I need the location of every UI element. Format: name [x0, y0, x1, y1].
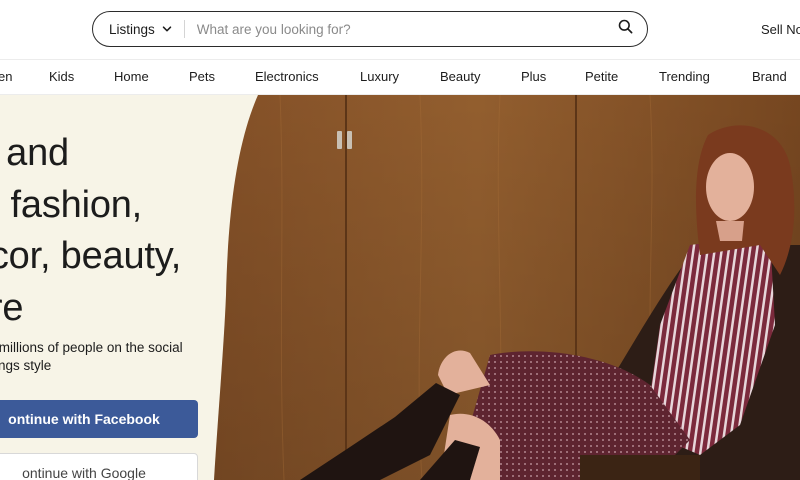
- search-icon: [618, 19, 633, 39]
- category-link-petite[interactable]: Petite: [585, 69, 618, 84]
- hero-headline-line: decor, beauty,: [0, 235, 182, 277]
- listings-dropdown[interactable]: Listings: [93, 12, 184, 46]
- search-input[interactable]: [184, 12, 603, 46]
- chevron-down-icon: [162, 24, 172, 34]
- category-link-trending[interactable]: Trending: [659, 69, 710, 84]
- hero-subtext-line: join millions of people on the social: [0, 340, 183, 355]
- search-bar: Listings: [92, 11, 648, 47]
- category-link-kids[interactable]: Kids: [49, 69, 74, 84]
- hero-subtext-line: ll things style: [0, 358, 52, 373]
- hero-headline: ell, and ver fashion, decor, beauty, nor…: [0, 128, 308, 334]
- category-link-home[interactable]: Home: [114, 69, 149, 84]
- site-header: Listings Sell No: [0, 0, 800, 59]
- hero-banner: ell, and ver fashion, decor, beauty, nor…: [0, 95, 800, 480]
- category-link-electronics[interactable]: Electronics: [255, 69, 319, 84]
- continue-with-google-button[interactable]: ontinue with Google: [0, 453, 198, 480]
- category-link-beauty[interactable]: Beauty: [440, 69, 480, 84]
- hero-headline-line: ell, and: [0, 132, 69, 174]
- hero-subtext: join millions of people on the social ll…: [0, 339, 234, 375]
- category-link-luxury[interactable]: Luxury: [360, 69, 399, 84]
- search-button[interactable]: [603, 12, 647, 46]
- category-link-brand[interactable]: Brand: [752, 69, 787, 84]
- listings-dropdown-label: Listings: [109, 21, 155, 37]
- continue-with-facebook-button[interactable]: ontinue with Facebook: [0, 400, 198, 438]
- category-link-plus[interactable]: Plus: [521, 69, 546, 84]
- category-link-pets[interactable]: Pets: [189, 69, 215, 84]
- hero-headline-line: nore: [0, 286, 24, 329]
- category-nav: en Kids Home Pets Electronics Luxury Bea…: [0, 59, 800, 95]
- hero-headline-line: ver fashion,: [0, 183, 143, 226]
- sell-now-link[interactable]: Sell No: [761, 22, 800, 37]
- category-link-men[interactable]: en: [0, 69, 12, 84]
